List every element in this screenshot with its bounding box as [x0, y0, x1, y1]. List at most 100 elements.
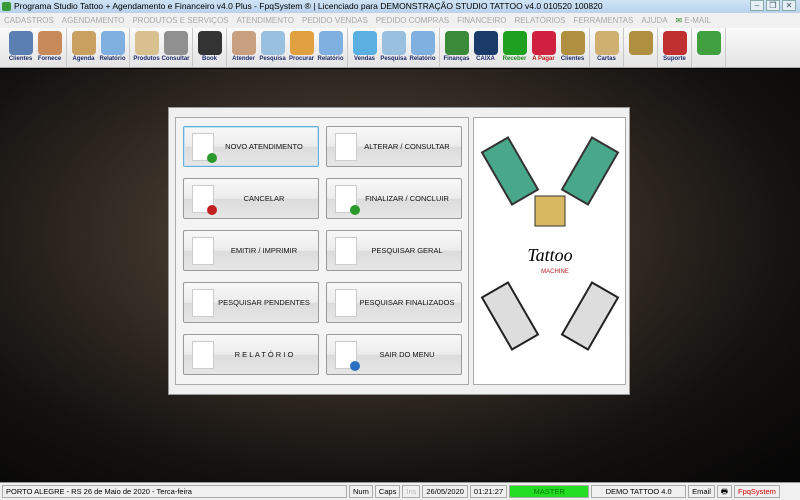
procurar-icon — [289, 31, 314, 55]
novo-atendimento-button[interactable]: NOVO ATENDIMENTO — [183, 126, 319, 167]
pesquisa-icon — [260, 31, 285, 55]
toolbar-item-button[interactable] — [694, 28, 723, 67]
tattoo-machine-image: Tattoo MACHINE — [473, 117, 626, 385]
menu-email[interactable]: ✉ E-MAIL — [676, 16, 711, 25]
toolbar-produtos-button[interactable]: Produtos — [132, 28, 161, 67]
check-document-icon — [335, 185, 360, 215]
emitir-imprimir-button[interactable]: EMITIR / IMPRIMIR — [183, 230, 319, 271]
alterar-consultar-button[interactable]: ALTERAR / CONSULTAR — [326, 126, 462, 167]
toolbar-clientes-button[interactable]: Clientes — [6, 28, 35, 67]
finalizar-concluir-button[interactable]: FINALIZAR / CONCLUIR — [326, 178, 462, 219]
toolbar-group: Clientes Fornece — [4, 28, 67, 67]
menu-pedido-vendas[interactable]: PEDIDO VENDAS — [302, 16, 368, 25]
toolbar-book-button[interactable]: Book — [195, 28, 224, 67]
toolbar-caixa-button[interactable]: CAIXA — [471, 28, 500, 67]
pesquisar-pendentes-button[interactable]: PESQUISAR PENDENTES — [183, 282, 319, 323]
cancelar-button[interactable]: CANCELAR — [183, 178, 319, 219]
toolbar-suporte-button[interactable]: Suporte — [660, 28, 689, 67]
relat-rio-icon — [410, 31, 435, 55]
menu-atendimento[interactable]: ATENDIMENTO — [237, 16, 294, 25]
toolbar-a-pagar-button[interactable]: A Pagar — [529, 28, 558, 67]
toolbar-vendas-button[interactable]: Vendas — [350, 28, 379, 67]
tool-icon — [628, 31, 653, 55]
toolbar-item-button[interactable] — [626, 28, 655, 67]
toolbar-finan-as-button[interactable]: Finanças — [442, 28, 471, 67]
status-num: Num — [349, 485, 373, 498]
toolbar-group: Finanças CAIXA Receber A Pagar Clientes — [440, 28, 590, 67]
status-location: PORTO ALEGRE - RS 26 de Maio de 2020 - T… — [2, 485, 347, 498]
minimize-button[interactable]: – — [750, 0, 764, 11]
toolbar-pesquisa-button[interactable]: Pesquisa — [379, 28, 408, 67]
toolbar-fornece-button[interactable]: Fornece — [35, 28, 64, 67]
close-button[interactable]: ✕ — [782, 0, 796, 11]
menu-financeiro[interactable]: FINANCEIRO — [457, 16, 506, 25]
toolbar-group: Suporte — [658, 28, 692, 67]
search-finished-icon — [335, 289, 357, 317]
toolbar-group: Book — [193, 28, 227, 67]
a-pagar-icon — [531, 31, 556, 55]
status-ins: Ins — [402, 485, 421, 498]
title-bar: Programa Studio Tattoo + Agendamento e F… — [0, 0, 800, 13]
toolbar-relat-rio-button[interactable]: Relatório — [98, 28, 127, 67]
toolbar-consultar-button[interactable]: Consultar — [161, 28, 190, 67]
consultar-icon — [163, 31, 188, 55]
toolbar-receber-button[interactable]: Receber — [500, 28, 529, 67]
toolbar-group: Produtos Consultar — [130, 28, 193, 67]
maximize-button[interactable]: ❐ — [766, 0, 780, 11]
svg-text:Tattoo: Tattoo — [527, 245, 572, 265]
search-pending-icon — [192, 289, 214, 317]
toolbar-group — [692, 28, 726, 67]
print-icon[interactable]: 🖶 — [716, 485, 732, 498]
atender-icon — [231, 31, 256, 55]
atendimento-dialog: NOVO ATENDIMENTO ALTERAR / CONSULTAR CANCE… — [168, 107, 630, 395]
print-person-icon — [192, 237, 214, 265]
menu-ferramentas[interactable]: FERRAMENTAS — [573, 16, 633, 25]
suporte-icon — [662, 31, 687, 55]
menu-pedido-compras[interactable]: PEDIDO COMPRAS — [376, 16, 449, 25]
toolbar-cartas-button[interactable]: Cartas — [592, 28, 621, 67]
menu-cadastros[interactable]: CADASTROS — [4, 16, 54, 25]
svg-text:MACHINE: MACHINE — [541, 269, 569, 275]
toolbar-relat-rio-button[interactable]: Relatório — [316, 28, 345, 67]
status-brand: FpqSystem — [733, 485, 780, 498]
toolbar-group: Cartas — [590, 28, 624, 67]
status-date: 26/05/2020 — [422, 485, 468, 498]
toolbar-atender-button[interactable]: Atender — [229, 28, 258, 67]
cartas-icon — [594, 31, 619, 55]
toolbar: Clientes Fornece Agenda Relatório Produtos Co… — [0, 28, 800, 68]
toolbar-clientes-button[interactable]: Clientes — [558, 28, 587, 67]
relat-rio-icon — [100, 31, 125, 55]
menu-produtos-e-servi-os[interactable]: PRODUTOS E SERVIÇOS — [132, 16, 228, 25]
fornece-icon — [37, 31, 62, 55]
menu-bar: CADASTROS AGENDAMENTO PRODUTOS E SERVIÇOS A… — [0, 13, 800, 28]
sair-do-menu-button[interactable]: SAIR DO MENU — [326, 334, 462, 375]
status-time: 01:21:27 — [469, 485, 508, 498]
app-icon — [2, 2, 11, 11]
email-button[interactable]: Email — [688, 485, 715, 498]
email-icon: ✉ — [675, 16, 683, 25]
window-title: Programa Studio Tattoo + Agendamento e F… — [14, 1, 603, 11]
new-document-icon — [192, 133, 217, 163]
toolbar-group: Atender Pesquisa Procurar Relatório — [227, 28, 348, 67]
toolbar-procurar-button[interactable]: Procurar — [287, 28, 316, 67]
menu-ajuda[interactable]: AJUDA — [641, 16, 667, 25]
caixa-icon — [473, 31, 498, 55]
receber-icon — [502, 31, 527, 55]
clientes-icon — [560, 31, 585, 55]
agenda-icon — [71, 31, 96, 55]
toolbar-agenda-button[interactable]: Agenda — [69, 28, 98, 67]
edit-pencil-icon — [335, 133, 357, 161]
toolbar-pesquisa-button[interactable]: Pesquisa — [258, 28, 287, 67]
cancel-document-icon — [192, 185, 217, 215]
r-e-l-a-t-r-i-o-button[interactable]: R E L A T Ó R I O — [183, 334, 319, 375]
finan-as-icon — [444, 31, 469, 55]
relat-rio-icon — [318, 31, 343, 55]
menu-agendamento[interactable]: AGENDAMENTO — [62, 16, 125, 25]
status-bar: PORTO ALEGRE - RS 26 de Maio de 2020 - T… — [0, 482, 800, 500]
toolbar-relat-rio-button[interactable]: Relatório — [408, 28, 437, 67]
menu-relat-rios[interactable]: RELATÓRIOS — [514, 16, 565, 25]
pesquisa-icon — [381, 31, 406, 55]
toolbar-group — [624, 28, 658, 67]
pesquisar-geral-button[interactable]: PESQUISAR GERAL — [326, 230, 462, 271]
pesquisar-finalizados-button[interactable]: PESQUISAR FINALIZADOS — [326, 282, 462, 323]
